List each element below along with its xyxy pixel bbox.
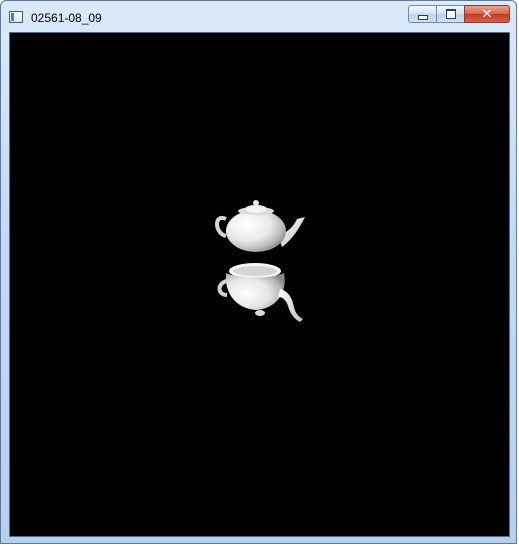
teapot-upright <box>215 200 305 252</box>
teapot-knob <box>253 200 259 206</box>
close-button[interactable]: ✕ <box>464 5 510 23</box>
app-window-icon[interactable] <box>9 11 23 23</box>
close-icon: ✕ <box>481 6 493 22</box>
teapot-body <box>226 210 286 252</box>
maximize-button[interactable] <box>436 5 464 23</box>
reflected-teapot-knob <box>255 310 265 316</box>
minimize-icon <box>417 14 428 20</box>
render-viewport[interactable] <box>9 32 510 537</box>
window-title: 02561-08_09 <box>31 11 102 25</box>
reflected-teapot-spout <box>278 289 303 322</box>
minimize-button[interactable] <box>408 5 436 23</box>
teapot-reflected-upside-down <box>217 263 303 322</box>
reflected-teapot-handle <box>217 279 228 297</box>
title-bar[interactable]: 02561-08_09 ✕ <box>1 1 516 32</box>
teapot-scene <box>215 200 305 322</box>
maximize-icon <box>445 9 456 19</box>
app-window: 02561-08_09 ✕ <box>0 0 517 544</box>
teapot-handle <box>215 215 227 238</box>
reflected-teapot-body <box>225 273 285 310</box>
window-controls: ✕ <box>408 5 510 25</box>
